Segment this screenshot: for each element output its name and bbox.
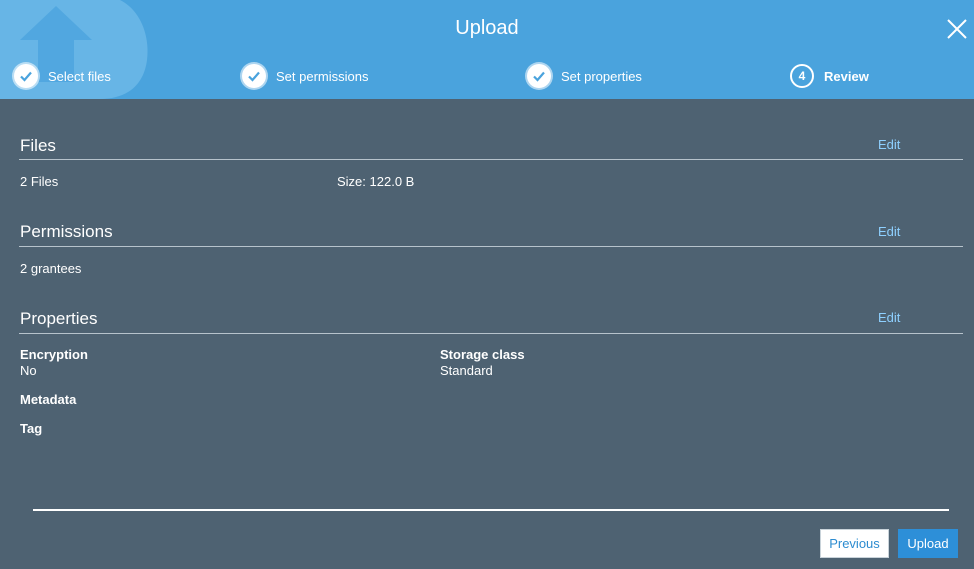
properties-edit-link[interactable]: Edit [878,310,900,325]
check-icon [14,64,38,88]
permissions-section-title: Permissions [20,222,113,241]
files-size: Size: 122.0 B [337,174,415,189]
metadata-label: Metadata [20,392,77,407]
divider [19,159,963,160]
permissions-edit-link[interactable]: Edit [878,224,900,239]
files-section-title: Files [20,136,56,155]
previous-button[interactable]: Previous [820,529,889,558]
files-edit-link[interactable]: Edit [878,137,900,152]
storage-class-label: Storage class [440,347,525,362]
tag-label: Tag [20,421,43,436]
permissions-grantees: 2 grantees [20,261,82,276]
step-label: Review [824,68,869,84]
step-set-permissions[interactable]: Set permissions [242,62,368,90]
properties-section-title: Properties [20,309,98,328]
step-label: Select files [48,68,111,84]
step-set-properties[interactable]: Set properties [527,62,642,90]
divider [19,333,963,334]
step-review[interactable]: 4 Review [790,62,869,90]
step-number: 4 [790,64,814,88]
step-label: Set permissions [276,68,369,84]
step-label: Set properties [561,68,642,84]
check-icon [242,64,266,88]
encryption-value: No [20,363,37,378]
upload-button[interactable]: Upload [898,529,958,558]
dialog-title: Upload [455,17,519,39]
footer-divider [33,509,949,511]
encryption-label: Encryption [20,347,88,362]
step-select-files[interactable]: Select files [14,62,111,90]
dialog-header: Upload Select files Set permissions Set … [0,0,974,99]
storage-class-value: Standard [440,363,493,378]
divider [19,246,963,247]
close-icon[interactable] [946,18,968,40]
wizard-steps: Select files Set permissions Set propert… [0,62,974,90]
check-icon [527,64,551,88]
files-count: 2 Files [20,174,59,189]
